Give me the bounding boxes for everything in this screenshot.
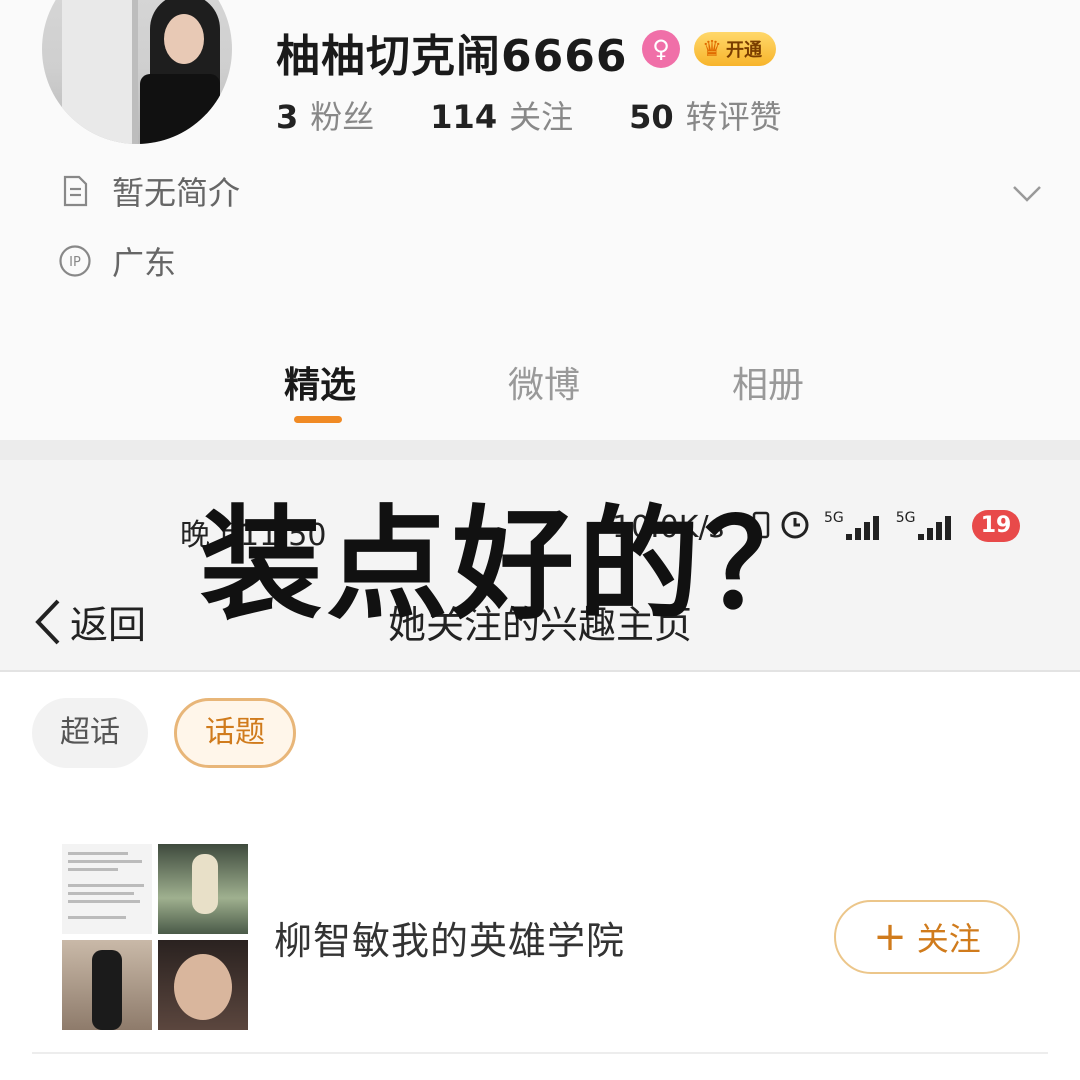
avatar[interactable] (42, 0, 232, 144)
bio-text: 暂无简介 (112, 174, 241, 212)
tab-featured[interactable]: 精选 (284, 356, 356, 408)
vip-label: 开通 (726, 40, 762, 61)
divider (32, 1052, 1048, 1054)
likes-count: 50 (629, 98, 674, 136)
list-item[interactable]: 柳智敏我的英雄学院 + 关注 (0, 840, 1080, 1040)
likes-stat[interactable]: 50 转评赞 (629, 92, 782, 138)
chip-super-topic[interactable]: 超话 (32, 698, 148, 768)
section-divider (0, 440, 1080, 460)
plus-icon: + (873, 914, 907, 960)
fans-stat[interactable]: 3 粉丝 (276, 92, 374, 138)
ip-location: 广东 (112, 244, 177, 282)
svg-text:IP: IP (69, 255, 81, 270)
follow-button[interactable]: + 关注 (834, 900, 1020, 974)
topic-thumbnail (62, 844, 248, 1030)
tab-album[interactable]: 相册 (732, 356, 804, 408)
profile-tabs: 精选 微博 相册 (0, 356, 1080, 436)
notification-badge: 19 (972, 510, 1020, 542)
fans-count: 3 (276, 98, 299, 136)
vip-open-button[interactable]: ♛ 开通 (694, 32, 776, 66)
ip-row: IP 广东 (58, 238, 176, 284)
ip-icon: IP (59, 245, 91, 277)
signal-icon: 5G (896, 510, 954, 540)
signal-icon: 5G (824, 510, 882, 540)
tab-indicator (294, 416, 342, 423)
female-icon: ♀ (642, 30, 680, 68)
profile-stats: 3 粉丝 114 关注 50 转评赞 (276, 92, 838, 138)
following-label: 关注 (509, 98, 574, 136)
likes-label: 转评赞 (685, 98, 782, 136)
profile-header: 柚柚切克闹6666 ♀ ♛ 开通 3 粉丝 114 关注 50 转评赞 暂无简介 IP… (0, 0, 1080, 440)
follow-label: 关注 (916, 920, 981, 958)
chip-topic[interactable]: 话题 (174, 698, 296, 768)
overlay-caption: 装点好的？ (200, 494, 830, 636)
topic-name: 柳智敏我的英雄学院 (274, 919, 626, 963)
tab-weibo[interactable]: 微博 (508, 356, 580, 408)
bio-row[interactable]: 暂无简介 (58, 168, 240, 214)
username: 柚柚切克闹6666 (276, 31, 628, 82)
document-icon (63, 175, 88, 207)
filter-chips: 超话 话题 (32, 698, 322, 768)
fans-label: 粉丝 (310, 98, 375, 136)
chevron-down-icon[interactable] (1010, 176, 1044, 210)
crown-icon: ♛ (702, 36, 722, 62)
following-count: 114 (430, 98, 498, 136)
following-stat[interactable]: 114 关注 (430, 92, 573, 138)
